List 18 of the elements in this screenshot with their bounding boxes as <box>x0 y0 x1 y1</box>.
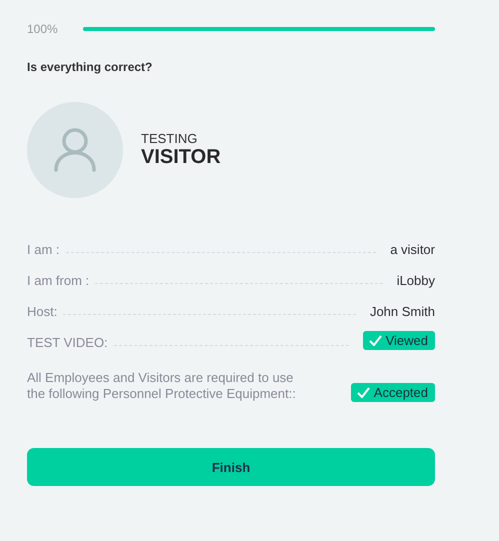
detail-label: I am from : <box>27 273 90 288</box>
finish-button[interactable]: Finish <box>27 448 435 486</box>
status-label: Viewed <box>386 333 428 348</box>
detail-label: I am : <box>27 242 60 257</box>
requirement-text: All Employees and Visitors are required to use the following Personnel Protective Equipment:: <box>27 370 297 402</box>
progress-label: 100% <box>27 22 58 36</box>
check-icon <box>368 335 382 346</box>
detail-value: a visitor <box>390 242 435 257</box>
detail-label: Host: <box>27 304 58 319</box>
question-text: Is everything correct? <box>27 60 154 74</box>
detail-value: iLobby <box>396 273 435 288</box>
person-icon <box>53 127 97 173</box>
check-icon <box>356 387 370 398</box>
profile-subtitle: TESTING <box>141 131 198 146</box>
profile-title: VISITOR <box>141 146 221 169</box>
status-label: Accepted <box>374 385 428 400</box>
detail-value: John Smith <box>370 304 435 319</box>
detail-label: TEST VIDEO: <box>27 335 108 350</box>
